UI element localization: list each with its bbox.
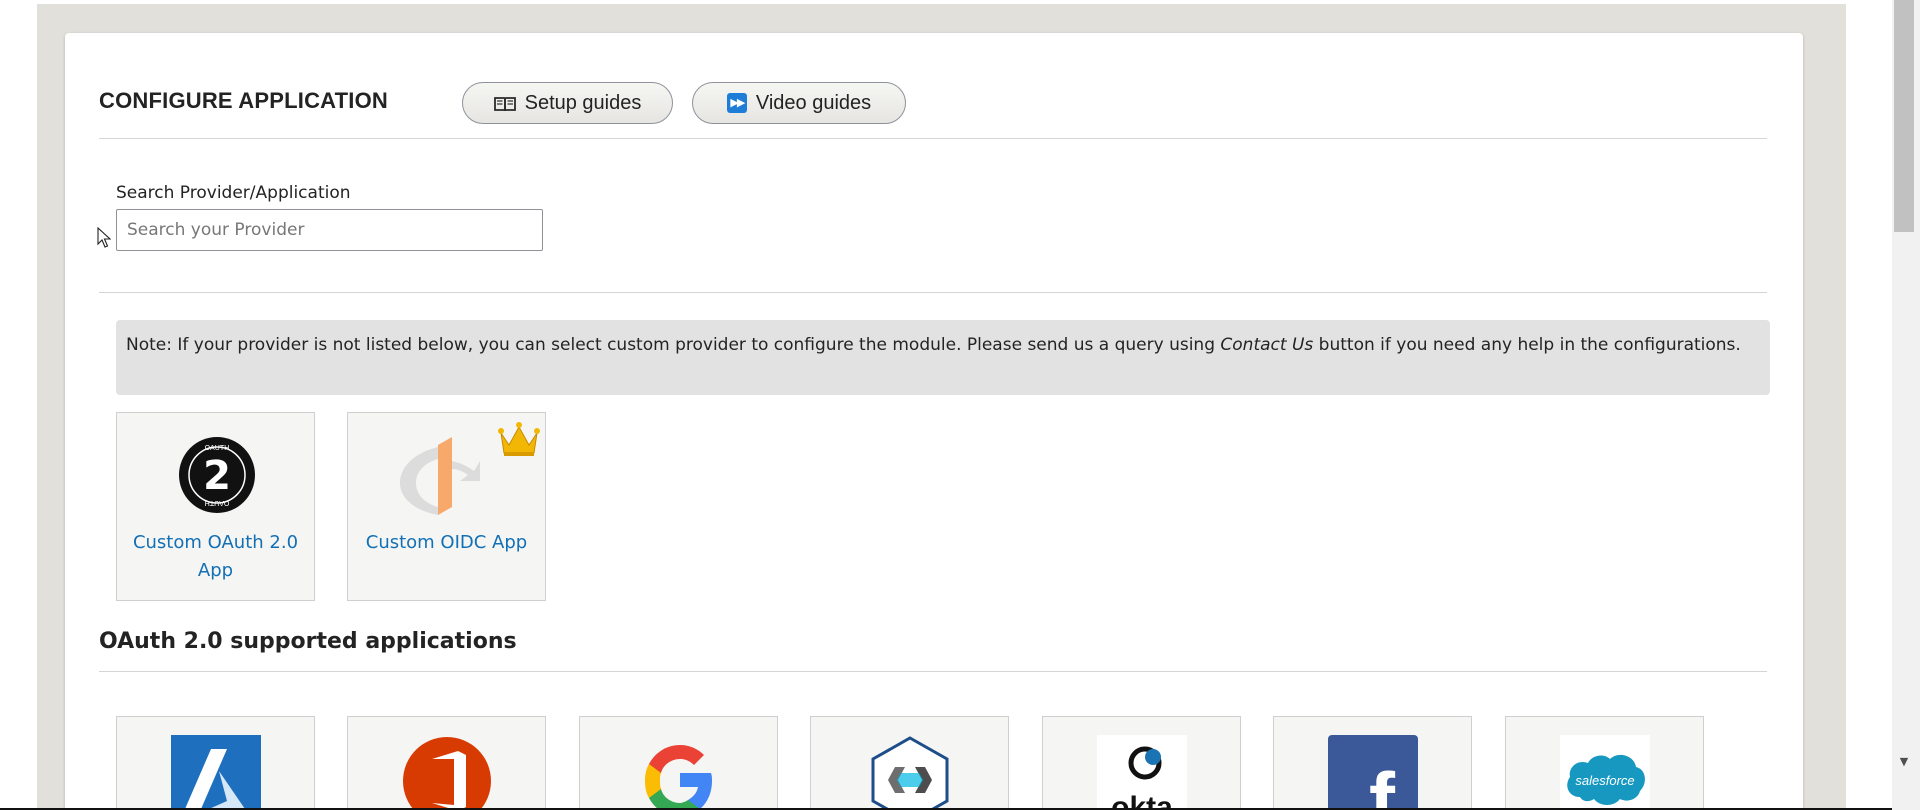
salesforce-logo-icon: salesforce (1560, 735, 1650, 810)
setup-guides-label: Setup guides (524, 91, 642, 114)
custom-oauth2-app-label: Custom OAuth 2.0 App (132, 532, 299, 581)
salesforce-app-tile[interactable]: salesforce (1505, 716, 1704, 810)
keycloak-app-tile[interactable] (810, 716, 1009, 810)
section-divider (99, 671, 1767, 672)
section-title: OAuth 2.0 supported applications (99, 629, 517, 654)
page-title: CONFIGURE APPLICATION (99, 88, 388, 113)
facebook-app-tile[interactable]: f (1273, 716, 1472, 810)
svg-text:f: f (1369, 756, 1396, 810)
svg-text:OAUTH: OAUTH (205, 499, 230, 507)
azure-logo-icon (171, 735, 261, 810)
search-input[interactable] (116, 209, 543, 251)
configure-application-card (65, 33, 1803, 810)
google-logo-icon (645, 745, 712, 810)
scroll-down-arrow-icon[interactable]: ▼ (1896, 754, 1912, 770)
video-guides-button[interactable]: ▶▶ Video guides (692, 82, 906, 124)
video-guides-label: Video guides (755, 91, 872, 114)
note-text-start: Note: If your provider is not listed bel… (126, 335, 1221, 355)
oauth2-logo-icon: 2 OAUTH OAUTH (179, 437, 255, 513)
openid-logo-icon (392, 431, 484, 517)
google-app-tile[interactable] (579, 716, 778, 810)
header-divider (99, 138, 1767, 139)
note-text-end: button if you need any help in the confi… (1313, 335, 1741, 355)
facebook-logo-icon: f (1328, 735, 1418, 810)
info-note: Note: If your provider is not listed bel… (116, 320, 1770, 395)
custom-oauth2-app-tile[interactable]: 2 OAUTH OAUTH Custom OAuth 2.0 App (116, 412, 315, 601)
okta-logo-icon: okta (1097, 735, 1187, 810)
custom-oidc-app-tile[interactable]: Custom OIDC App (347, 412, 546, 601)
mouse-cursor-icon (97, 227, 111, 248)
office365-logo-icon (403, 737, 491, 810)
keycloak-logo-icon (871, 736, 949, 810)
search-divider (99, 292, 1767, 293)
fast-forward-icon: ▶▶ (726, 93, 747, 113)
setup-guides-button[interactable]: Setup guides (462, 82, 673, 124)
contact-us-text: Contact Us (1220, 335, 1314, 355)
svg-text:2: 2 (203, 453, 231, 499)
svg-text:OAUTH: OAUTH (205, 444, 230, 452)
azure-app-tile[interactable] (116, 716, 315, 810)
book-icon (493, 95, 516, 112)
okta-app-tile[interactable]: okta (1042, 716, 1241, 810)
scrollbar-thumb[interactable] (1894, 0, 1914, 232)
svg-text:salesforce: salesforce (1575, 773, 1634, 788)
office365-app-tile[interactable] (347, 716, 546, 810)
search-label: Search Provider/Application (116, 183, 351, 203)
premium-crown-icon (497, 419, 541, 459)
custom-oidc-app-label: Custom OIDC App (365, 532, 528, 553)
